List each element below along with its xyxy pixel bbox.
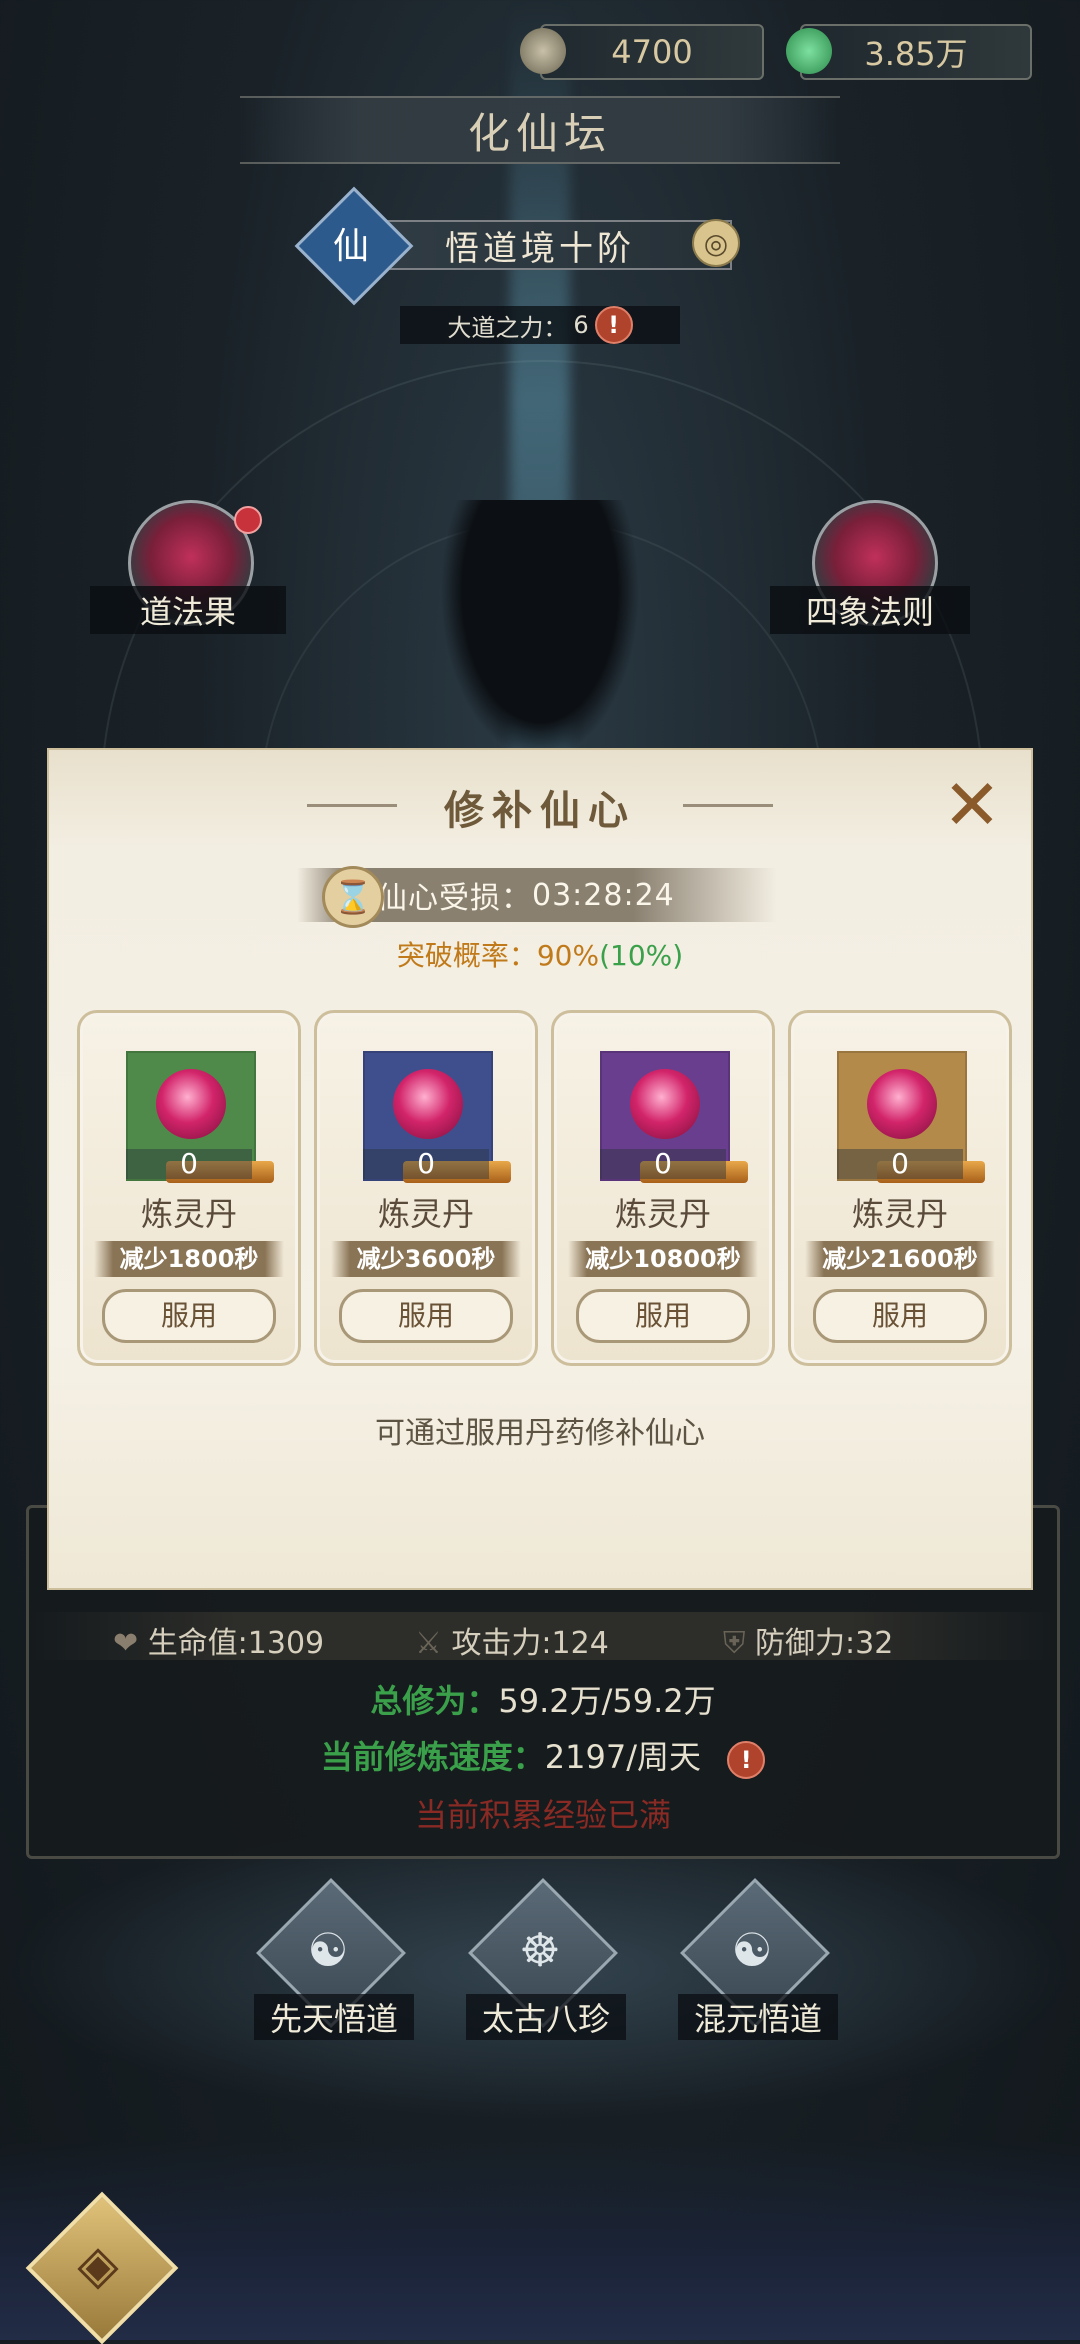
exp-full-notice-text: 当前积累经验已满	[414, 1796, 671, 1834]
defense-stat: ⛨ 防御力:32	[723, 1618, 893, 1662]
hourglass-icon: ⌛	[322, 866, 384, 928]
pill-icon	[630, 1069, 700, 1139]
cultivation-speed: 当前修炼速度：2197/周天 !	[29, 1732, 1057, 1779]
exp-full-notice: 当前积累经验已满	[29, 1790, 1057, 1836]
attack-value: 124	[551, 1626, 609, 1661]
pill-effect: 减少1800秒	[94, 1241, 284, 1277]
heart-icon: ❤	[113, 1626, 148, 1661]
hp-stat: ❤ 生命值:1309	[113, 1618, 324, 1662]
realm-name-text: 悟道境十阶	[445, 228, 635, 269]
pill-card: 0 炼灵丹 减少3600秒 服用	[314, 1010, 538, 1366]
pill-name: 炼灵丹	[140, 1195, 237, 1233]
hp-label: 生命值:	[147, 1626, 248, 1661]
timer-label: 仙心受损：	[377, 881, 532, 916]
sword-icon: ⚔	[415, 1626, 452, 1661]
ancient-treasures-text: 太古八珍	[481, 2000, 610, 2038]
pill-quantity: 0	[837, 1149, 963, 1179]
repair-heart-dialog: 修补仙心 ✕ 仙心受损： 03:28:24 ⌛ 突破概率：90%(10%) 0 …	[47, 748, 1033, 1590]
four-symbols-label-text: 四象法则	[805, 593, 934, 631]
realm-badge-text: 仙	[332, 226, 369, 267]
close-icon[interactable]: ✕	[937, 770, 1007, 840]
innate-enlightenment-label[interactable]: 先天悟道	[254, 1994, 414, 2040]
pill-name: 炼灵丹	[614, 1195, 711, 1233]
jade-coin-icon	[786, 28, 832, 74]
prob-value: 90%	[536, 939, 600, 972]
realm-swirl-icon[interactable]: ◎	[692, 219, 740, 267]
total-cultivation-value: 59.2万/59.2万	[498, 1682, 716, 1720]
alert-icon[interactable]: !	[594, 306, 633, 344]
four-symbols-label[interactable]: 四象法则	[770, 586, 970, 634]
pill-quantity: 0	[126, 1149, 252, 1179]
pill-card: 0 炼灵丹 减少1800秒 服用	[77, 1010, 301, 1366]
pill-name: 炼灵丹	[851, 1195, 948, 1233]
attack-label: 攻击力:	[451, 1626, 552, 1661]
breakthrough-probability: 突破概率：90%(10%)	[47, 934, 1033, 974]
pill-icon	[393, 1069, 463, 1139]
pill-quantity: 0	[600, 1149, 726, 1179]
pill-icon	[867, 1069, 937, 1139]
cultivator-silhouette	[440, 500, 640, 760]
notification-dot	[234, 506, 262, 534]
use-pill-button[interactable]: 服用	[102, 1289, 276, 1343]
total-cultivation: 总修为：59.2万/59.2万	[29, 1676, 1057, 1722]
dao-power-value: 6	[573, 311, 589, 339]
currency-jade[interactable]: 3.85万	[800, 24, 1032, 80]
prob-extra: (10%)	[599, 939, 684, 972]
innate-enlightenment-text: 先天悟道	[269, 2000, 398, 2038]
pill-card: 0 炼灵丹 减少10800秒 服用	[551, 1010, 775, 1366]
currency-spirit-stone[interactable]: 4700	[540, 24, 764, 80]
currency-value: 4700	[611, 33, 693, 71]
use-pill-button[interactable]: 服用	[339, 1289, 513, 1343]
attribute-row: ❤ 生命值:1309 ⚔ 攻击力:124 ⛨ 防御力:32	[29, 1612, 1057, 1662]
pill-quantity: 0	[363, 1149, 489, 1179]
attack-stat: ⚔ 攻击力:124	[415, 1618, 609, 1662]
defense-label: 防御力:	[755, 1626, 856, 1661]
chaos-enlightenment-text: 混元悟道	[693, 2000, 822, 2038]
pill-effect: 减少21600秒	[805, 1241, 995, 1277]
pill-icon	[156, 1069, 226, 1139]
dao-power: 大道之力： 6 !	[400, 306, 680, 344]
total-cultivation-label: 总修为：	[370, 1682, 499, 1720]
page-title-text: 化仙坛	[467, 108, 612, 158]
alert-icon[interactable]: !	[727, 1741, 766, 1779]
speed-value: 2197/周天	[544, 1738, 702, 1776]
dialog-hint: 可通过服用丹药修补仙心	[375, 1416, 705, 1451]
swirl-icon: ☯	[731, 1923, 773, 1977]
ancient-treasures-label[interactable]: 太古八珍	[466, 1994, 626, 2040]
pill-effect: 减少10800秒	[568, 1241, 758, 1277]
currency-value: 3.85万	[864, 35, 968, 73]
prob-label: 突破概率：	[396, 939, 537, 972]
use-pill-button[interactable]: 服用	[813, 1289, 987, 1343]
dao-fruit-label-text: 道法果	[139, 593, 236, 631]
hp-value: 1309	[247, 1626, 325, 1661]
timer-value: 03:28:24	[532, 877, 675, 913]
pill-effect: 减少3600秒	[331, 1241, 521, 1277]
pill-name: 炼灵丹	[377, 1195, 474, 1233]
page-title: 化仙坛	[240, 96, 840, 164]
spirit-stone-icon	[520, 28, 566, 74]
dao-power-label: 大道之力：	[447, 313, 568, 342]
bagua-icon: ☸	[519, 1923, 561, 1977]
chaos-enlightenment-label[interactable]: 混元悟道	[678, 1994, 838, 2040]
dao-fruit-label[interactable]: 道法果	[90, 586, 286, 634]
shield-icon: ⛨	[723, 1626, 756, 1661]
dialog-title: 修补仙心	[444, 787, 636, 834]
cloud-decoration	[0, 2140, 1080, 2340]
use-pill-button[interactable]: 服用	[576, 1289, 750, 1343]
menu-emblem-icon: ◈	[77, 2232, 119, 2296]
yin-yang-icon: ☯	[307, 1923, 349, 1977]
defense-value: 32	[855, 1626, 894, 1661]
pill-card: 0 炼灵丹 减少21600秒 服用	[788, 1010, 1012, 1366]
speed-label: 当前修炼速度：	[320, 1738, 545, 1776]
